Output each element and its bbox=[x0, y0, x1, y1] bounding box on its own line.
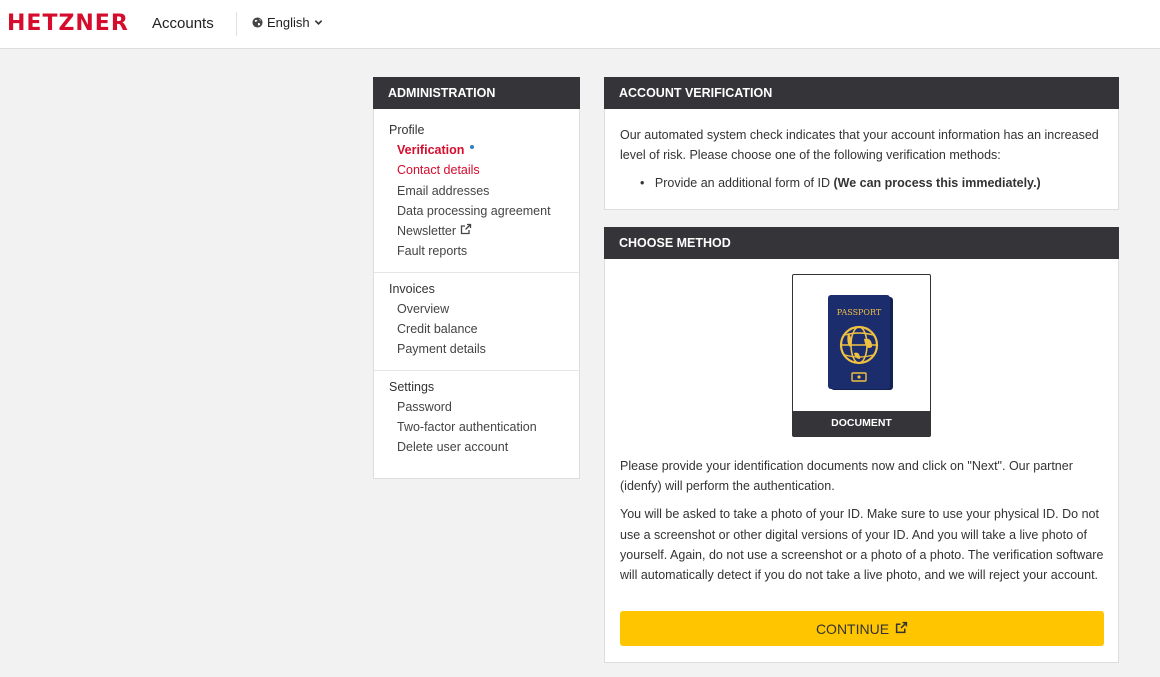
choose-method-panel: CHOOSE METHOD PASSPORT DOCUMENT Please p… bbox=[604, 227, 1119, 663]
verification-options: Provide an additional form of ID (We can… bbox=[620, 173, 1103, 193]
sidebar-item-two-factor-authentication[interactable]: Two-factor authentication bbox=[389, 417, 579, 437]
sidebar-item-label: Email addresses bbox=[397, 183, 490, 198]
card-label: DOCUMENT bbox=[793, 411, 930, 436]
list-item: Provide an additional form of ID (We can… bbox=[640, 173, 1103, 193]
sidebar-item-label: Payment details bbox=[397, 342, 486, 357]
sidebar-item-email-addresses[interactable]: Email addresses bbox=[389, 181, 579, 201]
option-text: Provide an additional form of ID bbox=[654, 176, 830, 190]
sidebar-item-delete-user-account[interactable]: Delete user account bbox=[389, 437, 579, 457]
sidebar-item-contact-details[interactable]: Contact details bbox=[389, 160, 579, 180]
top-bar: HETZNER Accounts English bbox=[0, 0, 1160, 49]
option-note: (We can process this immediately.) bbox=[833, 176, 1041, 190]
sidebar-item-label: Password bbox=[397, 399, 452, 414]
sidebar-item-label: Two-factor authentication bbox=[397, 419, 537, 434]
sidebar-item-label: Data processing agreement bbox=[397, 203, 551, 218]
panel-title: CHOOSE METHOD bbox=[604, 227, 1119, 259]
sidebar-item-overview[interactable]: Overview bbox=[389, 299, 579, 319]
continue-button[interactable]: CONTINUE bbox=[620, 611, 1104, 646]
sidebar-item-newsletter[interactable]: Newsletter bbox=[389, 221, 579, 241]
sidebar-title: ADMINISTRATION bbox=[373, 77, 580, 109]
instruction-paragraph: You will be asked to take a photo of you… bbox=[620, 507, 1104, 583]
sidebar-item-label: Overview bbox=[397, 301, 450, 316]
sidebar-item-credit-balance[interactable]: Credit balance bbox=[389, 319, 579, 339]
sidebar-item-label: Newsletter bbox=[397, 224, 457, 239]
sidebar-item-verification[interactable]: Verification bbox=[389, 140, 579, 160]
panel-title: ACCOUNT VERIFICATION bbox=[604, 77, 1119, 109]
passport-label: PASSPORT bbox=[837, 308, 882, 317]
passport-icon: PASSPORT bbox=[828, 295, 893, 390]
sidebar-group-title: Invoices bbox=[389, 281, 435, 296]
verification-text: Our automated system check indicates tha… bbox=[620, 128, 1099, 162]
sidebar-item-payment-details[interactable]: Payment details bbox=[389, 339, 579, 359]
method-instructions: Please provide your identification docum… bbox=[620, 456, 1105, 585]
sidebar-group-settings: Settings Password Two-factor authenticat… bbox=[374, 371, 579, 468]
hetzner-logo[interactable]: HETZNER bbox=[7, 11, 129, 36]
continue-label: CONTINUE bbox=[815, 620, 890, 637]
app-name[interactable]: Accounts bbox=[152, 15, 214, 32]
sidebar-item-label: Verification bbox=[397, 143, 465, 157]
document-method-card[interactable]: PASSPORT DOCUMENT bbox=[792, 274, 931, 437]
sidebar-item-label: Delete user account bbox=[397, 440, 509, 455]
status-dot bbox=[470, 145, 475, 150]
sidebar-group-title: Profile bbox=[389, 123, 425, 137]
sidebar-item-label: Contact details bbox=[397, 163, 480, 178]
globe-icon bbox=[252, 17, 263, 28]
instruction-paragraph: Please provide your identification docum… bbox=[620, 459, 1073, 494]
external-link-icon bbox=[895, 621, 908, 637]
sidebar-group-profile: Profile Verification Contact details Ema… bbox=[374, 109, 579, 273]
administration-sidebar: ADMINISTRATION Profile Verification Cont… bbox=[373, 77, 580, 479]
language-label: English bbox=[267, 15, 310, 30]
sidebar-item-label: Credit balance bbox=[397, 322, 478, 337]
sidebar-item-data-processing-agreement[interactable]: Data processing agreement bbox=[389, 201, 579, 221]
sidebar-item-fault-reports[interactable]: Fault reports bbox=[389, 241, 579, 261]
external-link-icon bbox=[460, 221, 472, 241]
language-selector[interactable]: English bbox=[252, 15, 323, 30]
header-divider bbox=[236, 12, 237, 36]
chevron-down-icon bbox=[314, 18, 323, 27]
sidebar-item-label: Fault reports bbox=[397, 244, 468, 259]
account-verification-panel: ACCOUNT VERIFICATION Our automated syste… bbox=[604, 77, 1119, 210]
sidebar-group-title: Settings bbox=[389, 379, 435, 394]
sidebar-group-invoices: Invoices Overview Credit balance Payment… bbox=[374, 273, 579, 371]
sidebar-item-password[interactable]: Password bbox=[389, 397, 579, 417]
